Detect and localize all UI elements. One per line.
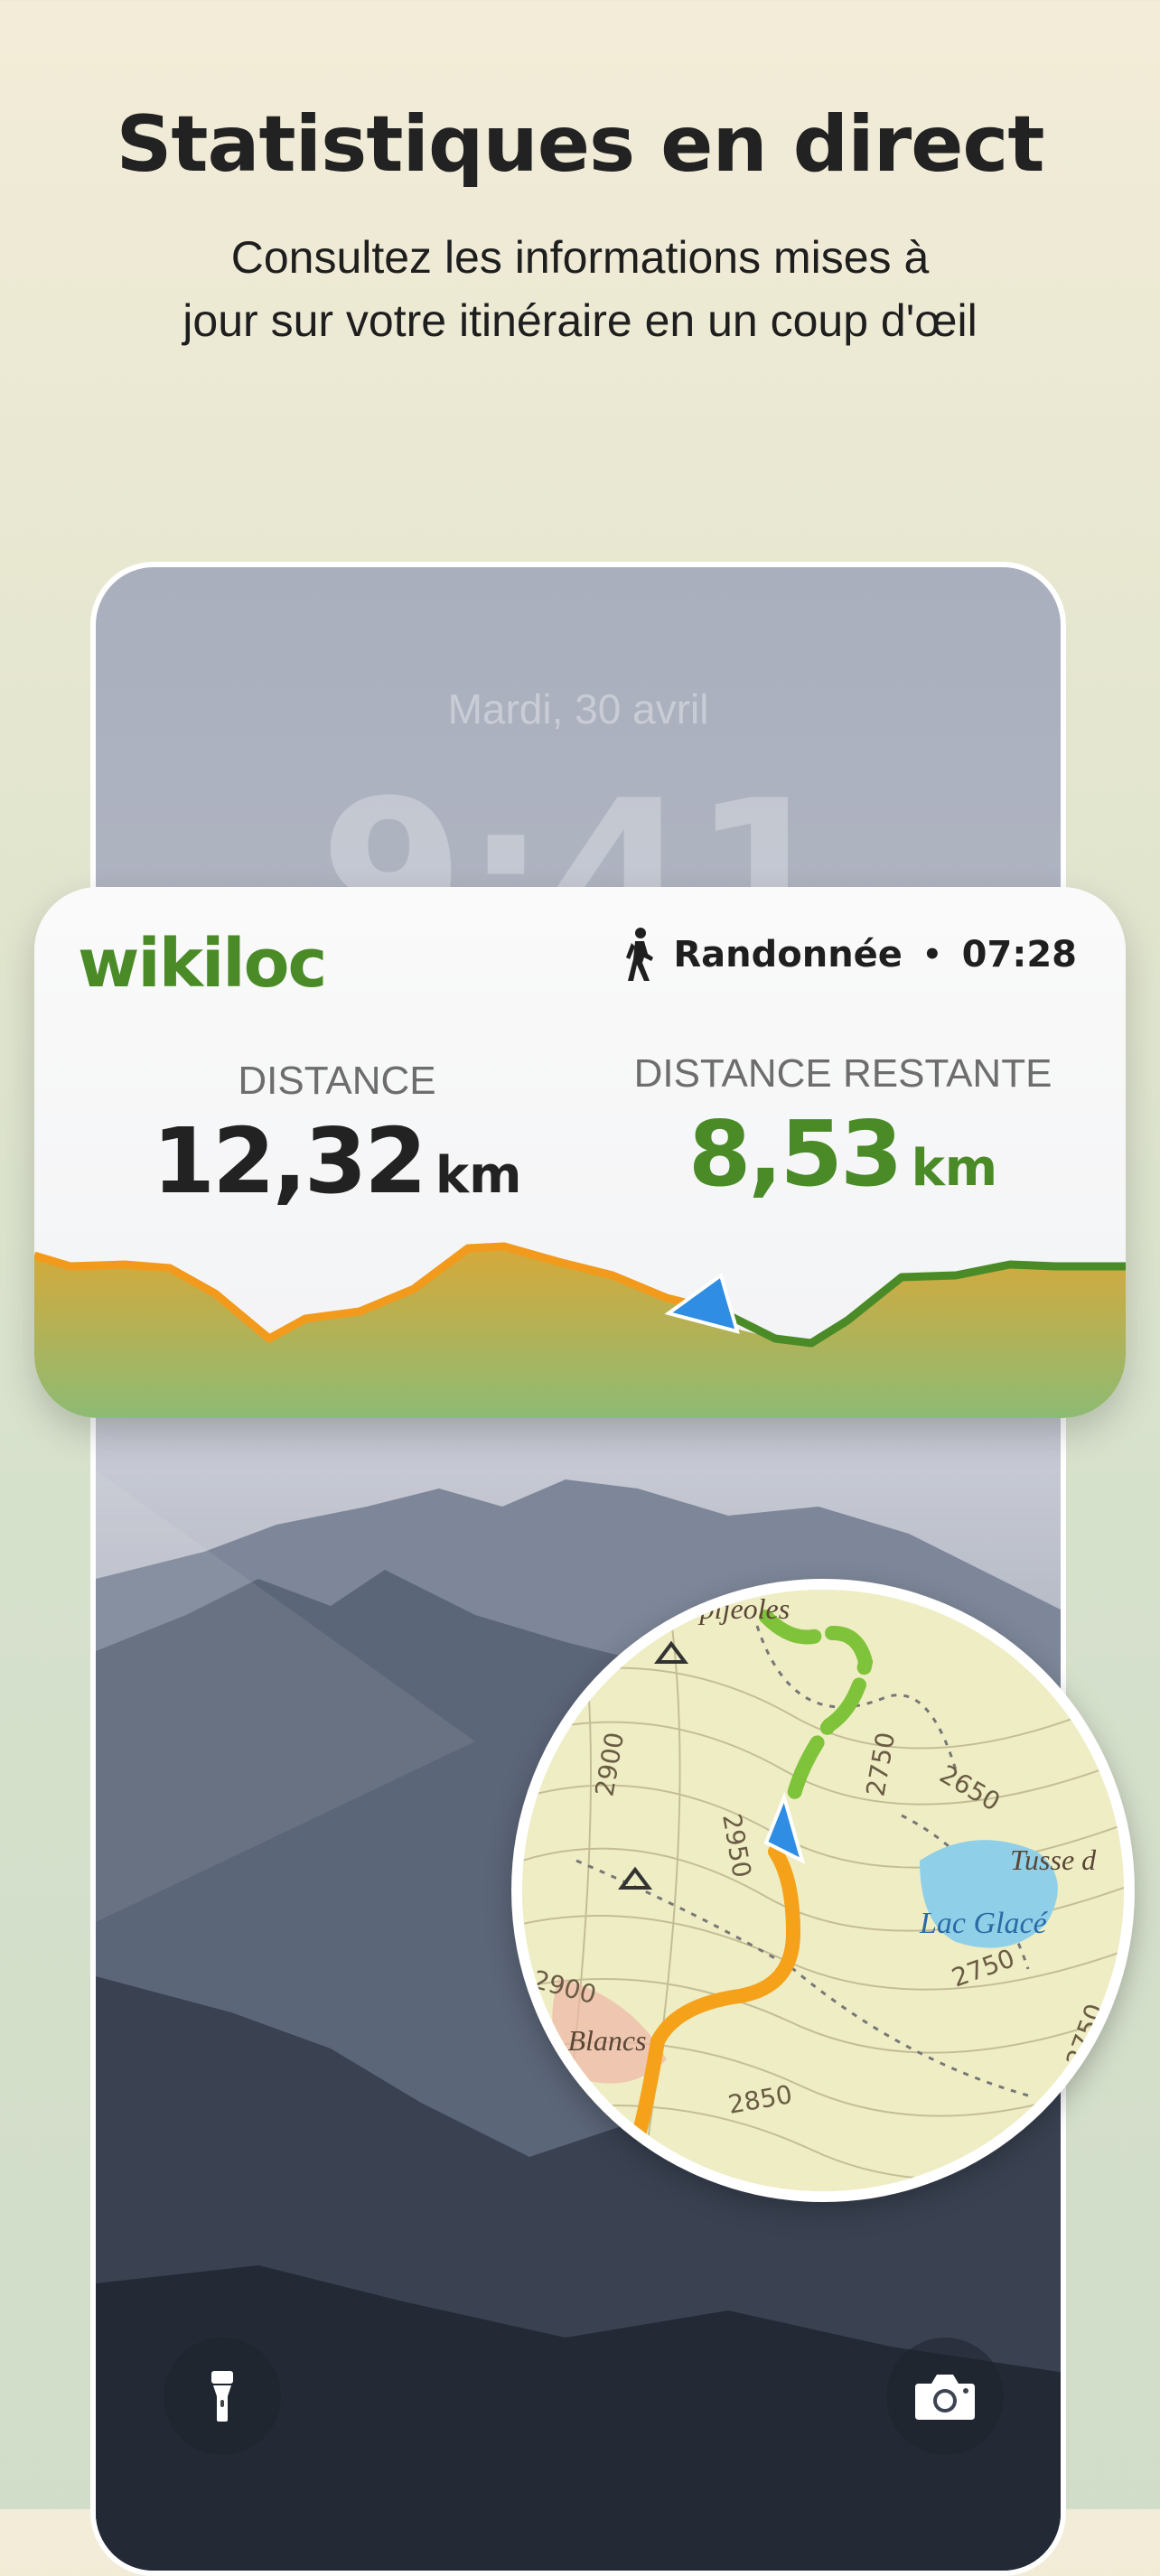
wikiloc-logo: wikiloc: [78, 925, 327, 1003]
distance-label: DISTANCE: [238, 1059, 436, 1103]
flashlight-button[interactable]: [164, 2338, 281, 2455]
page-title: Statistiques en direct: [116, 99, 1044, 190]
activity-type: Randonnée: [673, 934, 903, 975]
remaining-distance-value: 8,53 km: [585, 1101, 1100, 1207]
camera-icon: [915, 2375, 975, 2420]
subtitle-line-2: jour sur votre itinéraire en un coup d'œ…: [182, 295, 978, 346]
page-subtitle: Consultez les informations mises à jour …: [128, 226, 1032, 352]
remaining-distance-number: 8,53: [688, 1101, 903, 1207]
activity-separator: •: [921, 937, 942, 973]
distance-unit: km: [435, 1146, 522, 1205]
map-label-tusse: Tusse d: [1010, 1843, 1097, 1876]
hiker-icon: [626, 928, 654, 981]
distance-number: 12,32: [152, 1108, 427, 1214]
subtitle-line-1: Consultez les informations mises à: [230, 232, 930, 283]
remaining-distance-unit: km: [911, 1139, 998, 1198]
live-stats-widget[interactable]: wikiloc Randonnée • 07:28 DISTANCE 12,32…: [34, 887, 1126, 1418]
distance-value: 12,32 km: [89, 1108, 585, 1214]
camera-button[interactable]: [886, 2338, 1004, 2455]
elapsed-time: 07:28: [961, 934, 1077, 975]
lock-date: Mardi, 30 avril: [447, 686, 709, 733]
map-preview[interactable]: ues Spijeoles Tusse d s Blancs Lac Glacé…: [511, 1579, 1135, 2202]
activity-info: Randonnée • 07:28: [622, 927, 1077, 983]
map-label-blancs: s Blancs: [549, 2024, 647, 2057]
phone-lock-screen: Mardi, 30 avril 9:41: [90, 562, 1066, 2576]
elevation-profile: [34, 1242, 1126, 1418]
map-label-lake: Lac Glacé: [919, 1907, 1049, 1940]
remaining-distance-label: DISTANCE RESTANTE: [633, 1051, 1052, 1096]
topo-map: ues Spijeoles Tusse d s Blancs Lac Glacé…: [522, 1590, 1124, 2191]
flashlight-icon: [211, 2371, 233, 2422]
